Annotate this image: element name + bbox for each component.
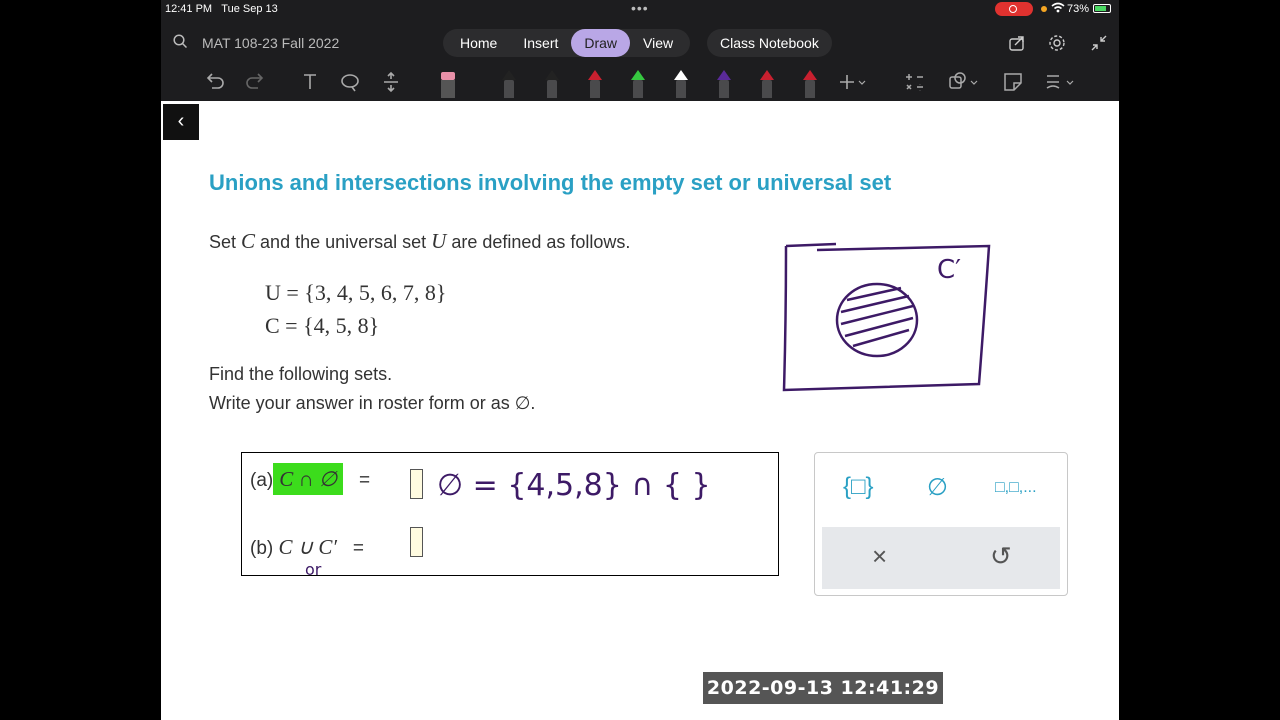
part-a-row: (a) C ∩ ∅ = bbox=[250, 463, 371, 495]
lasso-icon[interactable] bbox=[338, 68, 362, 98]
answer-panel: (a) C ∩ ∅ = (b) C ∪ C′ = bbox=[241, 452, 779, 576]
roster-braces-key[interactable]: {□} bbox=[843, 473, 874, 501]
class-notebook-button[interactable]: Class Notebook bbox=[707, 29, 832, 57]
insert-space-icon[interactable] bbox=[379, 68, 403, 98]
pen-5[interactable] bbox=[674, 70, 688, 98]
notebook-title[interactable]: MAT 108-23 Fall 2022 bbox=[202, 35, 339, 51]
pen-3[interactable] bbox=[588, 70, 602, 98]
venn-shading bbox=[840, 286, 914, 348]
pen-8[interactable] bbox=[803, 70, 817, 98]
gear-icon[interactable] bbox=[1047, 33, 1067, 53]
multitask-dots-icon[interactable]: ••• bbox=[631, 0, 649, 16]
mic-indicator-icon bbox=[1041, 6, 1047, 12]
venn-label: C′ bbox=[937, 255, 961, 285]
screen-record-icon bbox=[995, 2, 1033, 16]
ink-tools-icon[interactable] bbox=[1043, 68, 1074, 98]
ink-to-math-icon[interactable] bbox=[903, 68, 927, 98]
universal-set-definition: U = {3, 4, 5, 6, 7, 8} bbox=[265, 280, 447, 305]
empty-set-key[interactable]: ∅ bbox=[927, 473, 948, 502]
instruction-roster: Write your answer in roster form or as ∅… bbox=[209, 393, 536, 413]
clear-key[interactable]: × bbox=[872, 541, 887, 572]
recording-timestamp: 2022-09-13 12:41:29 bbox=[703, 672, 943, 704]
back-button[interactable]: ‹ bbox=[163, 104, 199, 140]
venn-universal-rect bbox=[782, 242, 991, 392]
draw-toolbar bbox=[161, 68, 1119, 100]
collapse-icon[interactable] bbox=[1089, 33, 1109, 53]
battery-icon bbox=[1093, 4, 1111, 13]
battery-percent: 73% bbox=[1067, 3, 1090, 15]
eraser-icon[interactable] bbox=[438, 68, 462, 98]
onenote-header: 12:41 PM Tue Sep 13 ••• 73% MAT 108-23 F… bbox=[161, 0, 1119, 101]
undo-key[interactable]: ↺ bbox=[990, 541, 1012, 572]
venn-circle-c bbox=[835, 282, 919, 358]
tab-insert[interactable]: Insert bbox=[510, 29, 571, 57]
sticky-icon[interactable] bbox=[1001, 68, 1025, 98]
keypad-actions: × ↺ bbox=[822, 527, 1060, 589]
add-pen-icon[interactable] bbox=[837, 68, 866, 98]
pen-2[interactable] bbox=[545, 70, 559, 98]
list-key[interactable]: □,□,... bbox=[995, 479, 1037, 497]
page-heading: Unions and intersections involving the e… bbox=[209, 170, 892, 195]
tab-view[interactable]: View bbox=[630, 29, 686, 57]
part-a-label: (a) bbox=[250, 470, 274, 491]
part-b-equals: = bbox=[352, 538, 364, 559]
share-icon[interactable] bbox=[1007, 33, 1027, 53]
ribbon-tabs: Home Insert Draw View bbox=[443, 29, 691, 57]
part-b-answer-input[interactable] bbox=[410, 527, 423, 557]
pen-6[interactable] bbox=[717, 70, 731, 98]
pen-1[interactable] bbox=[502, 70, 516, 98]
part-b-row: (b) C ∪ C′ = bbox=[250, 535, 364, 560]
shapes-icon[interactable] bbox=[947, 68, 978, 98]
search-icon[interactable] bbox=[173, 34, 187, 48]
redo-icon[interactable] bbox=[243, 68, 267, 98]
part-b-label: (b) bbox=[250, 538, 274, 559]
part-b-expression: C ∪ C′ bbox=[278, 535, 337, 559]
pen-4[interactable] bbox=[631, 70, 645, 98]
wifi-icon bbox=[1051, 2, 1065, 16]
part-a-equals: = bbox=[359, 470, 371, 491]
intro-text: Set C and the universal set U are define… bbox=[209, 229, 631, 253]
math-keypad: {□} ∅ □,□,... × ↺ bbox=[814, 452, 1068, 596]
undo-icon[interactable] bbox=[203, 68, 227, 98]
part-a-answer-input[interactable] bbox=[410, 469, 423, 499]
set-c-definition: C = {4, 5, 8} bbox=[265, 313, 380, 338]
ipad-screen: 12:41 PM Tue Sep 13 ••• 73% MAT 108-23 F… bbox=[161, 0, 1119, 720]
status-time: 12:41 PM Tue Sep 13 bbox=[165, 3, 278, 15]
tab-home[interactable]: Home bbox=[447, 29, 510, 57]
handwritten-ink: C′ ∅ = {4,5,8} ∩ { } or bbox=[305, 242, 991, 579]
pen-7[interactable] bbox=[760, 70, 774, 98]
part-a-expression: C ∩ ∅ bbox=[273, 463, 344, 495]
tab-draw[interactable]: Draw bbox=[571, 29, 631, 57]
instruction-find: Find the following sets. bbox=[209, 364, 393, 384]
text-tool-icon[interactable] bbox=[298, 68, 322, 98]
status-bar: 12:41 PM Tue Sep 13 ••• 73% bbox=[161, 0, 1119, 20]
